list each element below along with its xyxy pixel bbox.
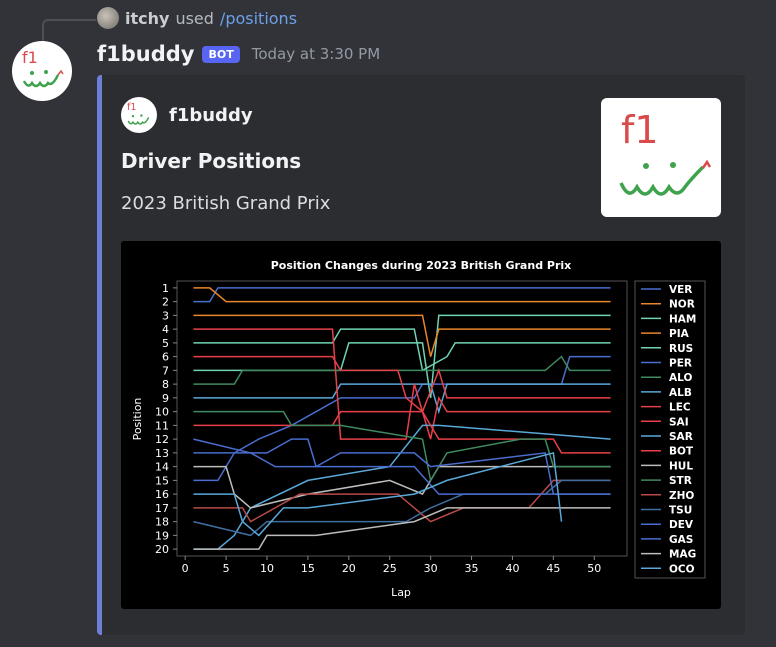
legend-label-lec: LEC: [669, 402, 691, 414]
series-line-zho: [193, 479, 611, 523]
y-tick-label: 20: [155, 543, 169, 556]
embed-title: Driver Positions: [121, 149, 302, 173]
x-tick-label: 30: [424, 562, 438, 575]
y-axis-label: Position: [131, 398, 144, 441]
y-tick-label: 13: [155, 447, 169, 460]
y-tick-label: 4: [162, 323, 169, 336]
legend-label-sar: SAR: [669, 431, 693, 443]
y-tick-label: 18: [155, 516, 169, 529]
series-line-nor: [193, 287, 611, 303]
reply-username[interactable]: itchy: [125, 9, 169, 28]
legend-label-hul: HUL: [669, 460, 693, 472]
x-tick-label: 40: [505, 562, 519, 575]
x-tick-label: 5: [223, 562, 230, 575]
y-tick-label: 2: [162, 296, 169, 309]
plot-frame: [176, 280, 628, 557]
y-tick-label: 1: [162, 282, 169, 295]
y-tick-label: 11: [155, 419, 169, 432]
reply-reference[interactable]: itchy used /positions: [97, 7, 297, 29]
bot-avatar[interactable]: f1: [12, 41, 72, 101]
embed-thumbnail[interactable]: f1: [601, 98, 721, 217]
f1buddy-logo-small: f1: [127, 102, 150, 125]
legend-label-mag: MAG: [669, 549, 696, 561]
legend-label-alo: ALO: [669, 372, 692, 384]
bot-badge: BOT: [202, 45, 240, 63]
embed-image-chart[interactable]: Position Changes during 2023 British Gra…: [121, 241, 721, 609]
embed-author-name: f1buddy: [169, 104, 253, 126]
legend-label-ver: VER: [669, 284, 692, 296]
legend-label-rus: RUS: [669, 343, 693, 355]
series-line-mag: [193, 507, 611, 550]
y-tick-label: 9: [162, 392, 169, 405]
embed-author: f1 f1buddy: [121, 97, 253, 133]
svg-text:f1: f1: [127, 102, 136, 113]
legend-label-dev: DEV: [669, 519, 694, 531]
legend-label-pia: PIA: [669, 328, 690, 340]
x-tick-label: 0: [182, 562, 189, 575]
y-tick-label: 14: [155, 461, 169, 474]
f1buddy-thumbnail-logo: f1: [619, 108, 712, 196]
legend-label-oco: OCO: [669, 563, 695, 575]
y-tick-label: 15: [155, 474, 169, 487]
y-tick-label: 6: [162, 351, 169, 364]
y-tick-label: 19: [155, 529, 169, 542]
message-header: f1buddy BOT Today at 3:30 PM: [97, 40, 380, 68]
x-axis-label: Lap: [391, 586, 411, 599]
x-tick-label: 50: [587, 562, 601, 575]
x-tick-label: 45: [546, 562, 560, 575]
y-tick-label: 10: [155, 406, 169, 419]
legend-label-alb: ALB: [669, 387, 692, 399]
position-chart: Position Changes during 2023 British Gra…: [131, 259, 706, 599]
reply-command[interactable]: /positions: [220, 9, 297, 28]
legend-label-sai: SAI: [669, 416, 689, 428]
series-line-per: [193, 355, 611, 482]
legend-label-ham: HAM: [669, 313, 696, 325]
legend-label-str: STR: [669, 475, 692, 487]
legend-label-tsu: TSU: [669, 505, 692, 517]
embed-card: f1 f1buddy Driver Positions 2023 British…: [97, 75, 745, 635]
x-tick-label: 10: [260, 562, 274, 575]
legend-label-nor: NOR: [669, 299, 695, 311]
series-line-ver: [193, 287, 611, 303]
embed-author-icon: f1: [121, 97, 157, 133]
svg-text:f1: f1: [22, 48, 38, 67]
y-tick-label: 12: [155, 433, 169, 446]
x-tick-label: 15: [301, 562, 315, 575]
series-line-alo: [193, 355, 611, 385]
x-tick-label: 35: [465, 562, 479, 575]
legend-label-per: PER: [669, 358, 692, 370]
reply-avatar[interactable]: [97, 7, 119, 29]
x-tick-label: 20: [342, 562, 356, 575]
legend-label-gas: GAS: [669, 534, 693, 546]
reply-connector: [42, 19, 96, 43]
y-tick-label: 16: [155, 488, 169, 501]
y-tick-label: 17: [155, 502, 169, 515]
legend-label-bot: BOT: [669, 446, 694, 458]
f1buddy-logo: f1: [22, 48, 64, 88]
series-line-pia: [193, 314, 611, 357]
message-timestamp[interactable]: Today at 3:30 PM: [252, 45, 380, 63]
thumbnail-logo-text: f1: [621, 108, 659, 152]
embed-description: 2023 British Grand Prix: [121, 193, 331, 214]
reply-used-text: used: [175, 8, 214, 28]
series-line-rus: [193, 328, 611, 372]
y-tick-label: 3: [162, 309, 169, 322]
message-username[interactable]: f1buddy: [97, 42, 194, 66]
chart-title: Position Changes during 2023 British Gra…: [271, 259, 572, 272]
y-tick-label: 7: [162, 364, 169, 377]
y-tick-label: 8: [162, 378, 169, 391]
y-tick-label: 5: [162, 337, 169, 350]
x-tick-label: 25: [383, 562, 397, 575]
legend-label-zho: ZHO: [669, 490, 694, 502]
